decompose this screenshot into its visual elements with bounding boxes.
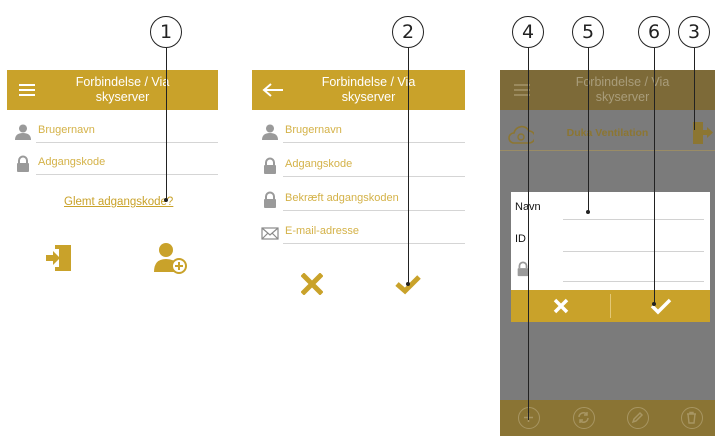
- dialog-button-bar: [511, 290, 710, 322]
- add-icon[interactable]: [518, 407, 540, 429]
- back-arrow-icon[interactable]: [262, 83, 284, 97]
- password-placeholder: Adgangskode: [38, 156, 106, 168]
- register-username-placeholder: Brugernavn: [285, 124, 342, 136]
- register-username-field[interactable]: Brugernavn: [261, 123, 465, 143]
- user-icon: [15, 124, 31, 140]
- callout-5-dot: [586, 210, 590, 214]
- refresh-icon[interactable]: [573, 407, 595, 429]
- callout-4: 4: [512, 16, 544, 48]
- envelope-icon: [261, 227, 279, 240]
- add-user-icon[interactable]: [152, 241, 188, 275]
- callout-6-leader: [654, 48, 655, 304]
- confirm-password-field[interactable]: Bekræft adgangskoden: [261, 191, 465, 211]
- delete-icon[interactable]: [681, 407, 703, 429]
- password-field[interactable]: Adgangskode: [14, 155, 218, 175]
- login-header-title: Forbindelse / Via skyserver: [75, 75, 170, 104]
- hamburger-icon[interactable]: [19, 84, 35, 96]
- confirm-password-placeholder: Bekræft adgangskoden: [285, 192, 399, 204]
- email-placeholder: E-mail-adresse: [285, 225, 359, 237]
- callout-2-leader: [408, 48, 409, 284]
- device-row-divider: [500, 150, 715, 151]
- register-header: Forbindelse / Via skyserver: [252, 70, 465, 110]
- id-field[interactable]: ID: [511, 226, 710, 252]
- callout-4-leader: [528, 48, 529, 420]
- callout-1-dot: [164, 198, 168, 202]
- login-door-icon[interactable]: [44, 243, 74, 273]
- callout-1-leader: [166, 48, 167, 200]
- dialog-cancel-icon[interactable]: [552, 297, 570, 315]
- device-password-field[interactable]: [511, 256, 710, 282]
- callout-3-leader: [694, 48, 695, 130]
- callout-2: 2: [392, 16, 424, 48]
- edit-icon[interactable]: [627, 407, 649, 429]
- lock-icon: [17, 155, 29, 172]
- device-row[interactable]: Duka Ventilation: [500, 118, 715, 150]
- callout-5: 5: [572, 16, 604, 48]
- device-header-title: Forbindelse / Via skyserver: [575, 75, 670, 104]
- forgot-password-link[interactable]: Glemt adgangskode?: [64, 196, 173, 208]
- callout-3: 3: [678, 16, 710, 48]
- device-name: Duka Ventilation: [566, 127, 649, 139]
- callout-5-leader: [588, 48, 589, 212]
- register-password-placeholder: Adgangskode: [285, 158, 353, 170]
- lock-icon: [264, 157, 276, 174]
- add-device-dialog: Navn ID: [511, 192, 710, 322]
- email-field[interactable]: E-mail-adresse: [261, 224, 465, 244]
- lock-icon: [264, 191, 276, 208]
- id-label: ID: [515, 233, 526, 245]
- login-header: Forbindelse / Via skyserver: [7, 70, 218, 110]
- username-placeholder: Brugernavn: [38, 124, 95, 136]
- user-icon: [262, 124, 278, 140]
- close-icon[interactable]: [301, 273, 323, 295]
- device-header: Forbindelse / Via skyserver: [500, 70, 715, 110]
- register-password-field[interactable]: Adgangskode: [261, 157, 465, 177]
- callout-6-dot: [652, 302, 656, 306]
- username-field[interactable]: Brugernavn: [14, 123, 218, 143]
- callout-2-dot: [406, 282, 410, 286]
- device-toolbar: [500, 400, 715, 436]
- callout-6: 6: [638, 16, 670, 48]
- name-field[interactable]: Navn: [511, 194, 710, 220]
- callout-1: 1: [150, 16, 182, 48]
- register-header-title: Forbindelse / Via skyserver: [321, 75, 416, 104]
